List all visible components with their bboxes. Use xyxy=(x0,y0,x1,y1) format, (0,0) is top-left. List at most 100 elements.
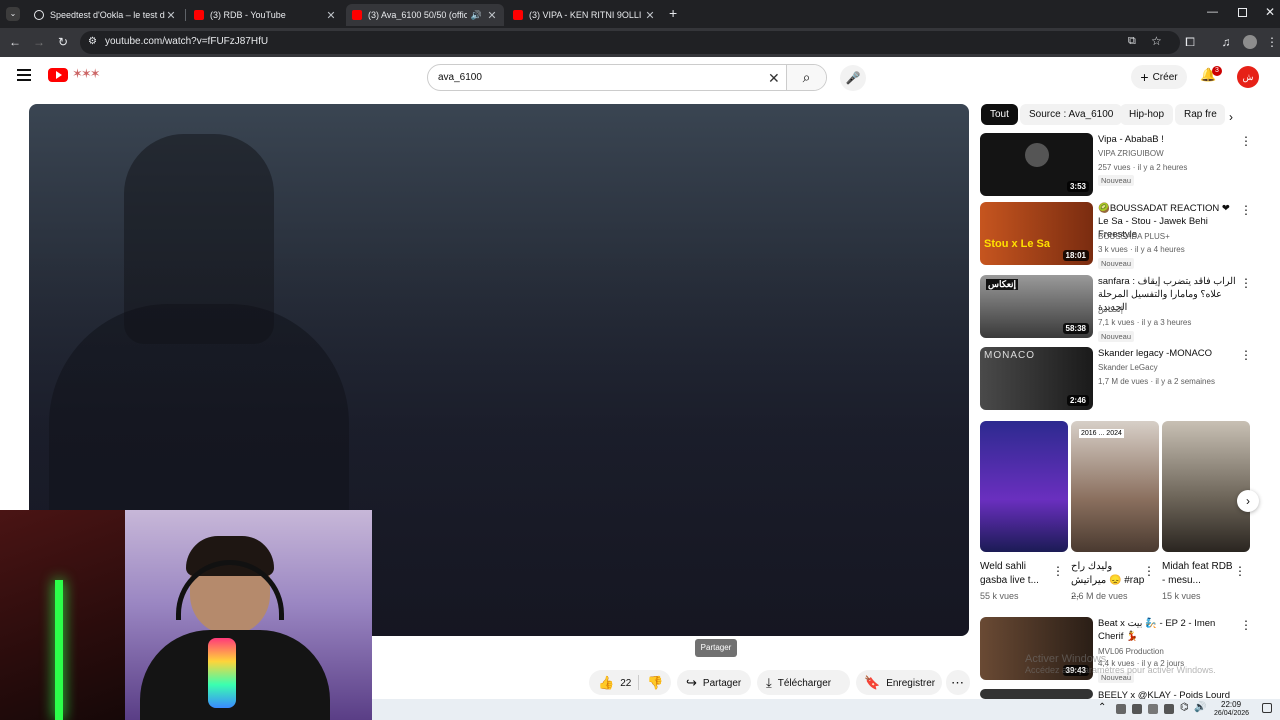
recommended-video[interactable]: Stou x Le Sa 18:01 🥝BOUSSADAT REACTION ❤… xyxy=(980,202,1260,269)
close-tab-icon[interactable]: ✕ xyxy=(165,9,177,22)
save-button[interactable]: 🔖 Enregistrer xyxy=(864,672,935,694)
video-title[interactable]: Beat x بيت 🧞 - EP 2 - Imen Cherif 💃 xyxy=(1098,617,1238,643)
address-bar[interactable]: ⚙ youtube.com/watch?v=fFUFzJ87HfU ⧉ ☆ xyxy=(80,31,1180,54)
short-thumbnail[interactable]: 2016 ... 2024 xyxy=(1071,421,1159,552)
search-input[interactable]: ava_6100 xyxy=(438,72,482,83)
short-title[interactable]: Midah feat RDB - mesu... xyxy=(1162,560,1237,588)
reload-icon[interactable]: ↻ xyxy=(56,35,70,49)
site-info-icon[interactable]: ⚙ xyxy=(88,36,97,47)
tray-chevron-icon[interactable]: ⌃ xyxy=(1098,702,1106,713)
close-tab-icon[interactable]: ✕ xyxy=(325,9,337,22)
thumbnail-text: MONACO xyxy=(984,350,1035,361)
short-title[interactable]: Weld sahli gasba live t... xyxy=(980,560,1055,588)
video-title[interactable]: Skander legacy -MONACO xyxy=(1098,347,1238,360)
tab-search-menu-icon[interactable]: ⌄ xyxy=(6,7,20,21)
clear-search-icon[interactable]: ✕ xyxy=(768,70,780,87)
short-views: 2,6 M de vues xyxy=(1071,591,1128,601)
speedtest-favicon-icon xyxy=(34,10,44,20)
tray-icon-4[interactable] xyxy=(1164,704,1174,714)
share-button[interactable]: ↪ Partager xyxy=(686,672,741,694)
browser-tab-speedtest[interactable]: Speedtest d'Ookla – le test de v ✕ xyxy=(28,4,183,26)
short-thumbnail[interactable] xyxy=(1162,421,1250,552)
new-tab-plus-icon[interactable]: + xyxy=(669,5,677,21)
video-thumbnail[interactable]: Stou x Le Sa 18:01 xyxy=(980,202,1093,265)
channel-name[interactable]: إنعكاس xyxy=(1098,305,1123,314)
more-options-icon[interactable]: ⋮ xyxy=(1143,565,1155,577)
clock-date[interactable]: 26/04/2026 xyxy=(1214,710,1249,717)
video-title[interactable]: Vipa - AbabaB ! xyxy=(1098,133,1238,146)
browser-tab-ava6100[interactable]: (3) Ava_6100 50/50 (officiel 🔊 ✕ xyxy=(346,4,504,26)
recommended-video[interactable]: BEELY x @KLAY - Poids Lourd xyxy=(980,689,1260,699)
close-window-icon[interactable]: ✕ xyxy=(1265,5,1275,19)
media-control-icon[interactable]: ♫ xyxy=(1219,35,1233,49)
browser-tab-vipa[interactable]: (3) VIPA - KEN RITNI 9OLLI - لي ✕ xyxy=(507,4,662,26)
tab-title: Speedtest d'Ookla – le test de v xyxy=(50,10,165,20)
video-thumbnail[interactable]: 3:53 xyxy=(980,133,1093,196)
account-avatar[interactable]: ش xyxy=(1237,66,1259,88)
chrome-menu-icon[interactable]: ⋮ xyxy=(1265,35,1279,49)
channel-name[interactable]: VIPA ZRIGUIBOW xyxy=(1098,149,1164,158)
url-text[interactable]: youtube.com/watch?v=fFUFzJ87HfU xyxy=(105,36,268,47)
youtube-favicon-icon xyxy=(194,10,204,20)
chip-all[interactable]: Tout xyxy=(981,104,1018,125)
recommended-video[interactable]: 3:53 Vipa - AbabaB ! VIPA ZRIGUIBOW 257 … xyxy=(980,133,1260,198)
recommended-video[interactable]: إنعكاس 58:38 sanfara : الراب فاقد يتضرب … xyxy=(980,275,1260,342)
thumbnail-text: إنعكاس xyxy=(986,279,1019,290)
chip-hiphop[interactable]: Hip-hop xyxy=(1120,104,1174,125)
chips-next-chevron-icon[interactable]: › xyxy=(1229,110,1233,124)
chip-rap[interactable]: Rap fre xyxy=(1175,104,1225,125)
browser-tab-rdb[interactable]: (3) RDB - YouTube ✕ xyxy=(188,4,343,26)
more-options-icon[interactable]: ⋮ xyxy=(1240,204,1252,216)
back-arrow-icon[interactable]: ← xyxy=(8,35,22,49)
chip-source[interactable]: Source : Ava_6100 xyxy=(1020,104,1123,125)
video-title[interactable]: BEELY x @KLAY - Poids Lourd xyxy=(1098,689,1238,699)
video-duration: 18:01 xyxy=(1062,250,1089,261)
forward-arrow-icon[interactable]: → xyxy=(32,35,46,49)
video-thumbnail[interactable] xyxy=(980,689,1093,699)
maximize-window-icon[interactable] xyxy=(1238,8,1247,17)
create-button[interactable]: + Créer xyxy=(1131,65,1187,89)
close-tab-icon[interactable]: ✕ xyxy=(644,9,656,22)
bookmark-star-icon[interactable]: ☆ xyxy=(1151,34,1162,48)
channel-name[interactable]: Skander LeGacy xyxy=(1098,363,1158,372)
tray-icon-2[interactable] xyxy=(1132,704,1142,714)
clock-time[interactable]: 22:09 xyxy=(1221,700,1241,709)
minimize-window-icon[interactable]: — xyxy=(1207,6,1218,18)
more-options-icon[interactable]: ⋮ xyxy=(1240,349,1252,361)
notification-center-icon[interactable] xyxy=(1262,703,1272,713)
tray-icon-3[interactable] xyxy=(1148,704,1158,714)
more-options-icon[interactable]: ⋮ xyxy=(1240,277,1252,289)
short-thumbnail[interactable] xyxy=(980,421,1068,552)
profile-avatar[interactable] xyxy=(1243,35,1257,49)
video-duration: 2:46 xyxy=(1066,395,1089,406)
dislike-button[interactable]: 👎 xyxy=(647,672,663,694)
shorts-next-chevron-icon[interactable]: › xyxy=(1237,490,1259,512)
close-tab-icon[interactable]: ✕ xyxy=(486,9,498,22)
audio-playing-icon[interactable]: 🔊 xyxy=(471,10,482,21)
tray-icon-1[interactable] xyxy=(1116,704,1126,714)
recommended-video[interactable]: MONACO 2:46 Skander legacy -MONACO Skand… xyxy=(980,347,1260,413)
doodle-dancers-icon[interactable]: ✶✶✶ xyxy=(72,66,101,82)
speaker-icon[interactable]: 🔊 xyxy=(1194,702,1206,713)
youtube-logo[interactable] xyxy=(48,68,68,82)
hamburger-menu-icon[interactable] xyxy=(17,69,31,81)
more-options-icon[interactable]: ⋮ xyxy=(1234,565,1246,577)
voice-search-mic-icon[interactable]: 🎤 xyxy=(840,65,866,91)
like-button[interactable]: 👍 22 xyxy=(598,672,631,694)
video-thumbnail[interactable]: MONACO 2:46 xyxy=(980,347,1093,410)
more-actions-button[interactable]: ⋯ xyxy=(951,672,964,694)
more-options-icon[interactable]: ⋮ xyxy=(1052,565,1064,577)
search-button[interactable]: ⌕ xyxy=(786,65,826,90)
more-options-icon[interactable]: ⋮ xyxy=(1240,135,1252,147)
install-app-icon[interactable]: ⧉ xyxy=(1128,35,1136,48)
more-options-icon[interactable]: ⋮ xyxy=(1240,619,1252,631)
download-button[interactable]: ⤓ Télécharger xyxy=(766,672,831,694)
browser-tab-strip: ⌄ Speedtest d'Ookla – le test de v ✕ (3)… xyxy=(0,0,1280,28)
windows-activation-watermark: Activer Windows Accédez aux paramètres p… xyxy=(1025,653,1216,675)
video-thumbnail[interactable]: إنعكاس 58:38 xyxy=(980,275,1093,338)
share-label: Partager xyxy=(702,677,742,689)
channel-name[interactable]: BOUSSADA PLUS+ xyxy=(1098,232,1170,241)
share-tooltip: Partager xyxy=(695,639,737,657)
extensions-puzzle-icon[interactable]: ⧠ xyxy=(1183,35,1197,49)
network-icon[interactable]: ⌬ xyxy=(1180,702,1189,713)
